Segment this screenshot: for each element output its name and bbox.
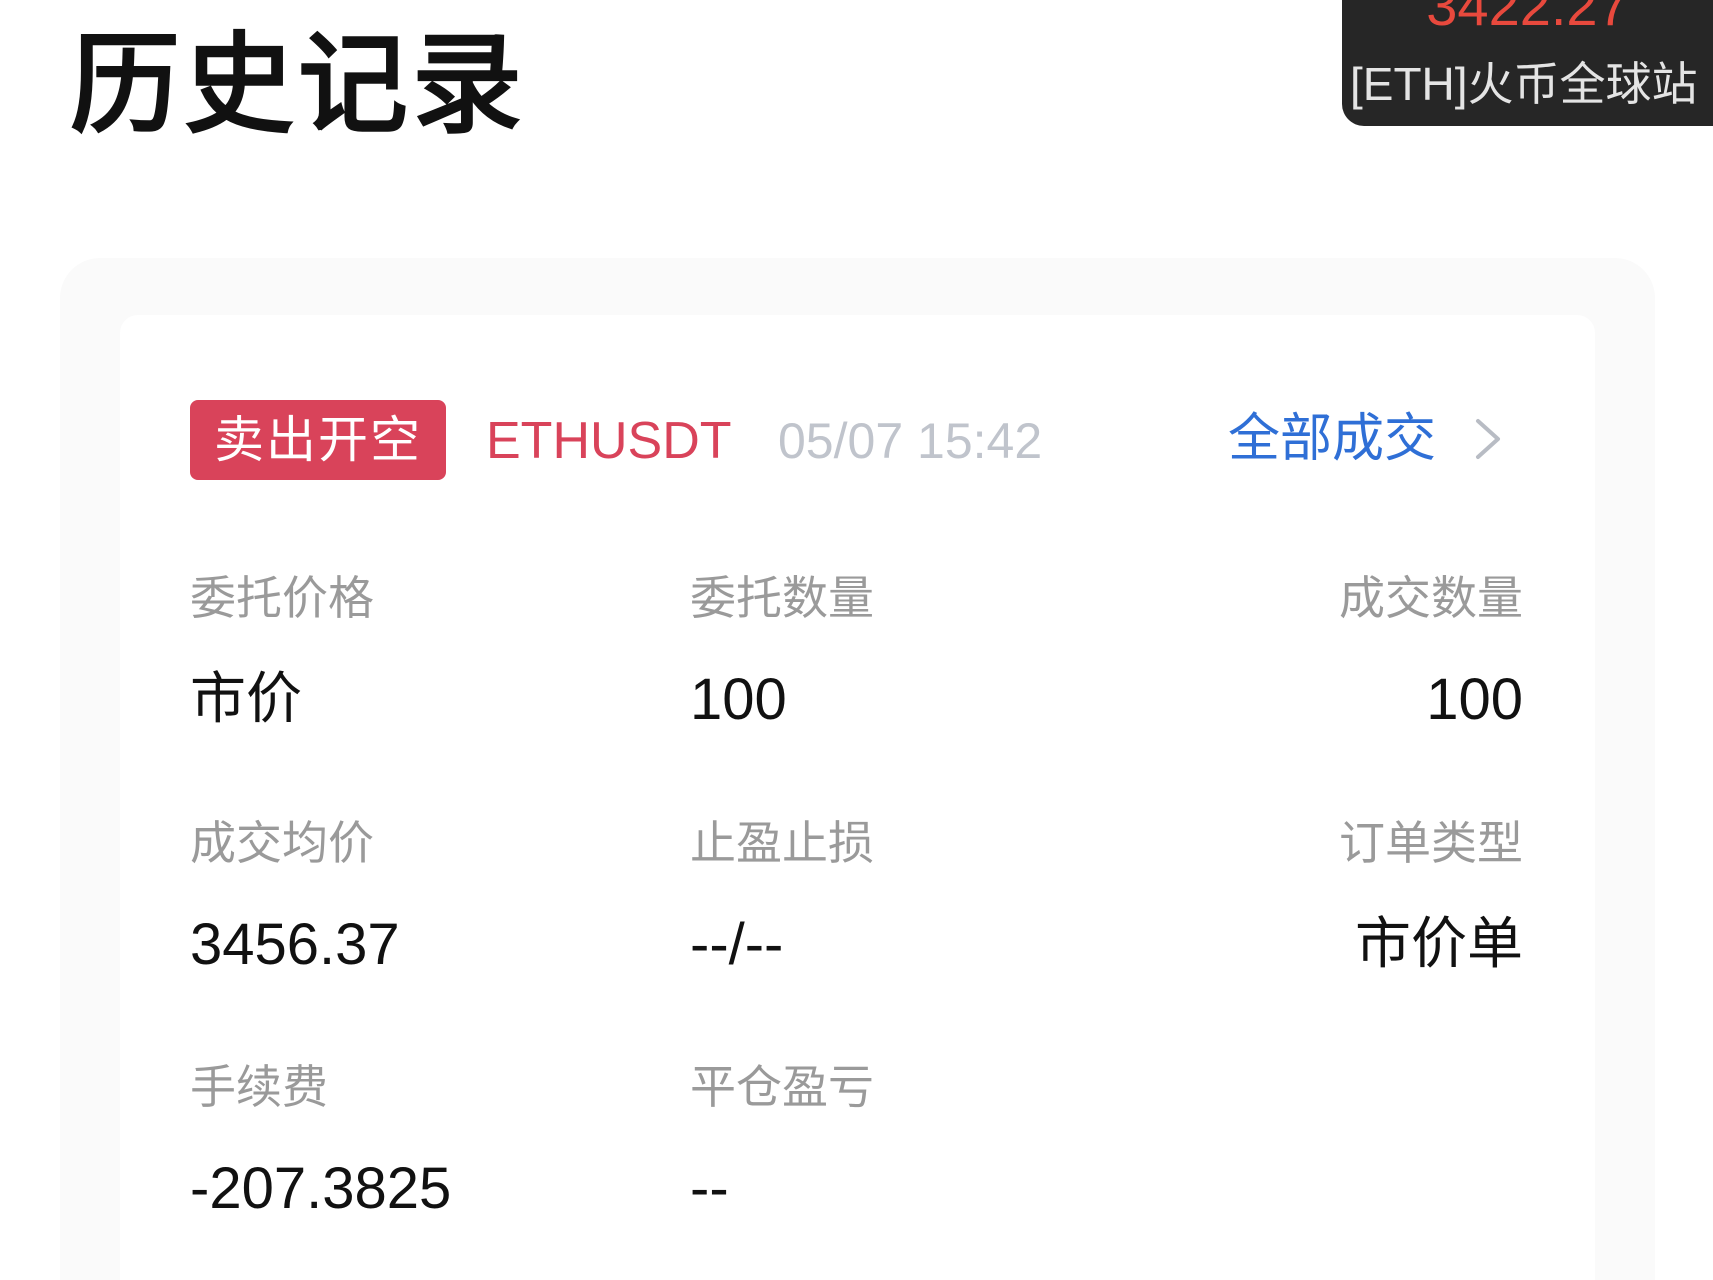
fee-label: 手续费 [190, 1060, 328, 1114]
filled-quantity-value: 100 [1426, 667, 1523, 732]
order-type-value: 市价单 [1355, 912, 1523, 977]
order-price-label: 委托价格 [190, 571, 374, 625]
close-pnl-label: 平仓盈亏 [690, 1060, 874, 1114]
order-quantity-label: 委托数量 [690, 571, 874, 625]
close-pnl-value: -- [690, 1156, 729, 1221]
tp-sl-value: --/-- [690, 912, 784, 977]
order-price-value: 市价 [190, 667, 302, 732]
avg-fill-price-value: 3456.37 [190, 912, 400, 977]
tp-sl-label: 止盈止损 [690, 816, 874, 870]
filled-quantity-label: 成交数量 [1339, 571, 1523, 625]
ticker-price: 3422.27 [1426, 0, 1629, 37]
avg-fill-price-label: 成交均价 [190, 816, 374, 870]
order-type-label: 订单类型 [1339, 816, 1523, 870]
chevron-right-icon [1476, 419, 1501, 459]
all-fills-label: 全部成交 [1228, 409, 1437, 469]
order-quantity-value: 100 [690, 667, 787, 732]
order-symbol: ETHUSDT [486, 412, 732, 470]
order-side-badge: 卖出开空 [190, 400, 446, 480]
order-time: 05/07 15:42 [778, 413, 1043, 469]
fee-value: -207.3825 [190, 1156, 452, 1221]
page-title: 历史记录 [70, 21, 526, 149]
history-page: 历史记录 3422.27 [ETH]火币全球站 卖出开空 ETHUSDT 05/… [0, 0, 1713, 1280]
all-fills-link[interactable]: 全部成交 [1228, 404, 1506, 474]
ticker-label: [ETH]火币全球站 [1350, 58, 1698, 110]
floating-ticker-widget[interactable]: 3422.27 [ETH]火币全球站 [1342, 0, 1713, 126]
